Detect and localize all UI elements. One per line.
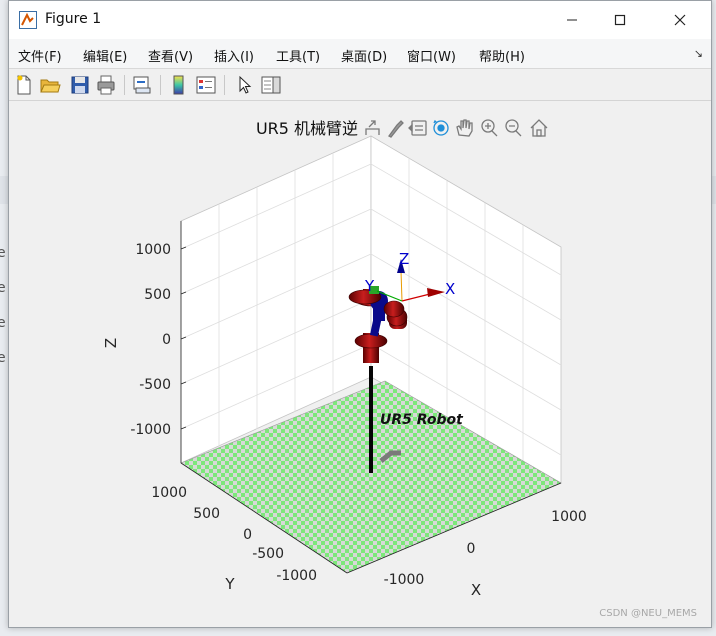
y-axis-label: Y xyxy=(224,575,235,593)
background-char: e xyxy=(0,245,6,261)
save-icon[interactable] xyxy=(69,74,91,96)
maximize-icon xyxy=(614,14,626,26)
y-tick-label: 500 xyxy=(193,506,220,522)
menu-view[interactable]: 查看(V) xyxy=(148,46,193,65)
figure-window: Figure 1 文件(F) 编辑(E) 查看(V) 插入(I) 工具(T) 桌… xyxy=(8,0,712,628)
menu-desktop[interactable]: 桌面(D) xyxy=(341,46,387,65)
brush-icon[interactable] xyxy=(388,120,404,138)
close-button[interactable] xyxy=(657,1,703,39)
toolbar-separator xyxy=(224,75,225,95)
background-char: e xyxy=(0,280,6,296)
minimize-icon xyxy=(567,19,577,21)
menu-file[interactable]: 文件(F) xyxy=(18,46,62,65)
close-icon xyxy=(674,14,686,26)
x-axis-label: X xyxy=(471,581,481,599)
matlab-figure-icon xyxy=(19,11,37,29)
watermark-text: CSDN @NEU_MEMS xyxy=(599,608,697,619)
menu-tools[interactable]: 工具(T) xyxy=(276,46,320,65)
toolbar-separator xyxy=(124,75,125,95)
home-icon[interactable] xyxy=(530,119,548,137)
x-tick-label: 0 xyxy=(467,541,476,557)
plot-axes[interactable]: 1000 500 0 -500 -1000 Z 1000 500 0 -500 … xyxy=(9,101,711,627)
z-tick-label: 1000 xyxy=(135,242,171,258)
title-bar[interactable]: Figure 1 xyxy=(9,1,711,39)
maximize-button[interactable] xyxy=(597,1,643,39)
background-char: e xyxy=(0,350,6,366)
export-icon[interactable] xyxy=(365,120,380,135)
frame-z-label: Z xyxy=(399,250,409,268)
window-title: Figure 1 xyxy=(45,11,102,27)
property-inspector-icon[interactable] xyxy=(260,74,282,96)
y-tick-label: -500 xyxy=(252,546,284,562)
menu-help[interactable]: 帮助(H) xyxy=(479,46,525,65)
insert-legend-icon[interactable] xyxy=(195,74,217,96)
axes-toolbar xyxy=(365,119,548,138)
open-file-icon[interactable] xyxy=(39,74,61,96)
data-tips-icon[interactable] xyxy=(408,120,427,136)
figure-toolbar xyxy=(9,69,711,101)
minimize-button[interactable] xyxy=(549,1,595,39)
z-tick-label: 0 xyxy=(162,332,171,348)
figure-canvas[interactable]: 1000 500 0 -500 -1000 Z 1000 500 0 -500 … xyxy=(9,101,711,627)
toolbar-separator xyxy=(160,75,161,95)
menu-window[interactable]: 窗口(W) xyxy=(407,46,456,65)
robot-joint-base xyxy=(354,333,388,349)
zoom-in-icon[interactable] xyxy=(481,119,498,137)
new-figure-icon[interactable] xyxy=(13,74,35,96)
z-tick-label: -1000 xyxy=(130,422,171,438)
menu-edit[interactable]: 编辑(E) xyxy=(83,46,127,65)
menu-overflow-icon[interactable]: ↘ xyxy=(694,47,703,60)
edit-plot-arrow-icon[interactable] xyxy=(234,74,256,96)
z-tick-label: -500 xyxy=(139,377,171,393)
link-plot-icon[interactable] xyxy=(131,74,153,96)
insert-colorbar-icon[interactable] xyxy=(168,74,190,96)
pan-icon[interactable] xyxy=(456,119,473,137)
robot-joint-wrist-2 xyxy=(383,300,405,318)
print-icon[interactable] xyxy=(95,74,117,96)
frame-x-label: X xyxy=(445,280,455,298)
menu-bar: 文件(F) 编辑(E) 查看(V) 插入(I) 工具(T) 桌面(D) 窗口(W… xyxy=(9,39,711,69)
x-tick-label: -1000 xyxy=(384,572,425,588)
frame-y-label: Y xyxy=(364,277,375,295)
menu-insert[interactable]: 插入(I) xyxy=(214,46,254,65)
y-tick-label: 1000 xyxy=(151,485,187,501)
z-tick-label: 500 xyxy=(144,287,171,303)
z-axis-label: Z xyxy=(102,338,120,348)
robot-annotation: UR5 Robot xyxy=(380,412,464,428)
zoom-out-icon[interactable] xyxy=(505,119,522,137)
y-tick-label: -1000 xyxy=(276,568,317,584)
rotate-3d-icon[interactable] xyxy=(433,119,449,136)
background-char: e xyxy=(0,315,6,331)
y-tick-label: 0 xyxy=(243,527,252,543)
plot-title: UR5 机械臂逆 xyxy=(256,119,358,138)
x-tick-label: 1000 xyxy=(551,509,587,525)
